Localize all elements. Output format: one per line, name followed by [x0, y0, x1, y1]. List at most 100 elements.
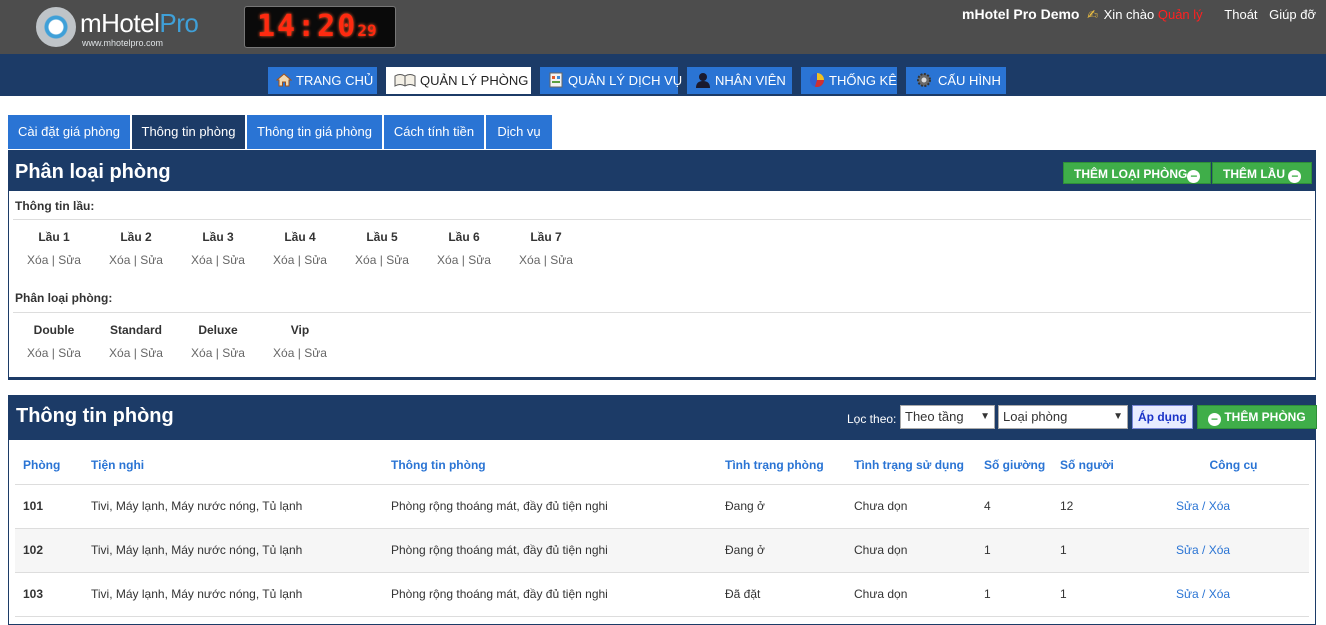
delete-link[interactable]: Xóa	[273, 346, 294, 360]
column-header[interactable]: Tình trạng phòng	[717, 446, 846, 485]
separator: |	[215, 346, 219, 360]
floor-name: Lầu 3	[202, 230, 234, 244]
user-bar: mHotel Pro Demo ✍ Xin chào Quản lý Thoát…	[962, 6, 1316, 23]
floor-item: Lầu 3 Xóa | Sửa	[177, 230, 259, 267]
minus-circle-icon: −	[1208, 413, 1221, 426]
edit-link[interactable]: Sửa	[222, 253, 245, 267]
edit-link[interactable]: Sửa	[386, 253, 409, 267]
column-header: Công cụ	[1158, 446, 1309, 485]
logo-url: www.mhotelpro.com	[82, 38, 164, 48]
room-status: Đã đặt	[717, 572, 846, 617]
nav-home[interactable]: Trang chủ	[268, 67, 377, 94]
add-room-button[interactable]: − Thêm phòng	[1197, 405, 1317, 429]
pie-chart-icon	[809, 70, 825, 87]
nav-statistics[interactable]: Thống kê	[801, 67, 897, 94]
separator: |	[297, 253, 301, 267]
edit-link[interactable]: Sửa	[468, 253, 491, 267]
room-types-panel-header: Phân loại phòng Thêm loại phòng − Thêm lầ…	[9, 151, 1315, 191]
minus-circle-icon: −	[1187, 170, 1201, 183]
nav-staff[interactable]: Nhân viên	[687, 67, 792, 94]
floor-name: Lầu 5	[366, 230, 398, 244]
room-description: Phòng rộng thoáng mát, đầy đủ tiện nghi	[383, 484, 717, 529]
floor-section-label: Thông tin lầu:	[15, 199, 95, 213]
separator: |	[543, 253, 547, 267]
nav-room-management[interactable]: Quản lý phòng	[386, 67, 531, 94]
room-type-name: Vip	[290, 323, 310, 337]
room-type-item: Deluxe Xóa | Sửa	[177, 323, 259, 360]
add-room-type-button[interactable]: Thêm loại phòng −	[1063, 162, 1212, 184]
edit-delete-links[interactable]: Sửa / Xóa	[1158, 572, 1309, 617]
nav-settings[interactable]: Cấu hình	[906, 67, 1006, 94]
tab-room-info[interactable]: Thông tin phòng	[132, 115, 246, 149]
minus-circle-icon: −	[1288, 170, 1302, 183]
tab-billing-method[interactable]: Cách tính tiền	[384, 115, 485, 149]
room-type-name: Double	[33, 323, 75, 337]
logout-link[interactable]: Thoát	[1224, 7, 1257, 22]
table-row: 101 Tivi, Máy lạnh, Máy nước nóng, Tủ lạ…	[15, 484, 1309, 529]
room-description: Phòng rộng thoáng mát, đầy đủ tiện nghi	[383, 572, 717, 617]
main-nav: Trang chủ Quản lý phòng Quản lý dịch vụ …	[0, 54, 1326, 96]
edit-link[interactable]: Sửa	[58, 346, 81, 360]
top-header: mHotelPro www.mhotelpro.com 14:2029 mHot…	[0, 0, 1326, 54]
separator: |	[133, 253, 137, 267]
delete-link[interactable]: Xóa	[27, 253, 48, 267]
edit-link[interactable]: Sửa	[140, 346, 163, 360]
delete-link[interactable]: Xóa	[27, 346, 48, 360]
edit-link[interactable]: Sửa	[140, 253, 163, 267]
column-header[interactable]: Số người	[1052, 446, 1158, 485]
delete-link[interactable]: Xóa	[355, 253, 376, 267]
edit-delete-links[interactable]: Sửa / Xóa	[1158, 528, 1309, 573]
edit-link[interactable]: Sửa	[304, 253, 327, 267]
people-count: 1	[1052, 528, 1158, 573]
username-link[interactable]: Quản lý	[1158, 7, 1203, 22]
edit-delete-links[interactable]: Sửa / Xóa	[1158, 484, 1309, 529]
room-type-filter-select[interactable]: Loại phòng ▼	[998, 405, 1128, 429]
add-floor-button[interactable]: Thêm lầu −	[1212, 162, 1313, 184]
delete-link[interactable]: Xóa	[273, 253, 294, 267]
column-header[interactable]: Số giường	[976, 446, 1052, 485]
apply-filter-button[interactable]: Áp dụng	[1132, 405, 1193, 429]
delete-link[interactable]: Xóa	[191, 253, 212, 267]
nav-service-management[interactable]: Quản lý dịch vụ	[540, 67, 682, 94]
floor-item: Lầu 7 Xóa | Sửa	[505, 230, 587, 267]
edit-link[interactable]: Sửa	[222, 346, 245, 360]
room-type-name: Standard	[109, 323, 162, 337]
room-type-item: Standard Xóa | Sửa	[95, 323, 177, 360]
room-types-panel: Phân loại phòng Thêm loại phòng − Thêm lầ…	[8, 150, 1316, 380]
edit-link[interactable]: Sửa	[304, 346, 327, 360]
delete-link[interactable]: Xóa	[191, 346, 212, 360]
delete-link[interactable]: Xóa	[437, 253, 458, 267]
logo-text: mHotelPro	[80, 8, 199, 38]
rooms-title: Thông tin phòng	[16, 405, 174, 427]
help-link[interactable]: Giúp đỡ	[1269, 7, 1316, 22]
room-status: Đang ở	[717, 528, 846, 573]
column-header[interactable]: Tình trạng sử dụng	[846, 446, 976, 485]
brand-name: mHotel Pro Demo	[962, 6, 1080, 22]
usage-status: Chưa dọn	[846, 572, 976, 617]
rooms-panel-header: Thông tin phòng Lọc theo: Theo tầng ▼ Loạ…	[9, 396, 1317, 440]
edit-link[interactable]: Sửa	[550, 253, 573, 267]
digital-clock: 14:2029	[244, 6, 396, 48]
tab-room-price-settings[interactable]: Cài đặt giá phòng	[8, 115, 131, 149]
delete-link[interactable]: Xóa	[519, 253, 540, 267]
hand-icon: ✍	[1087, 7, 1099, 22]
column-header[interactable]: Tiện nghi	[83, 446, 383, 485]
room-amenities: Tivi, Máy lạnh, Máy nước nóng, Tủ lạnh	[83, 572, 383, 617]
floor-name: Lầu 7	[530, 230, 562, 244]
delete-link[interactable]: Xóa	[109, 346, 130, 360]
rooms-table: Phòng Tiện nghi Thông tin phòng Tình trạ…	[15, 446, 1309, 617]
tab-services[interactable]: Dịch vụ	[486, 115, 552, 149]
mhotelpro-logo[interactable]: mHotelPro www.mhotelpro.com	[36, 5, 236, 51]
edit-link[interactable]: Sửa	[58, 253, 81, 267]
tab-room-price-info[interactable]: Thông tin giá phòng	[247, 115, 383, 149]
separator: |	[215, 253, 219, 267]
divider	[13, 312, 1311, 313]
delete-link[interactable]: Xóa	[109, 253, 130, 267]
column-header[interactable]: Phòng	[15, 446, 83, 485]
gear-icon	[914, 70, 934, 87]
floor-filter-select[interactable]: Theo tầng ▼	[900, 405, 995, 429]
separator: |	[461, 253, 465, 267]
book-icon	[394, 70, 416, 87]
room-type-name: Deluxe	[198, 323, 238, 337]
column-header[interactable]: Thông tin phòng	[383, 446, 717, 485]
